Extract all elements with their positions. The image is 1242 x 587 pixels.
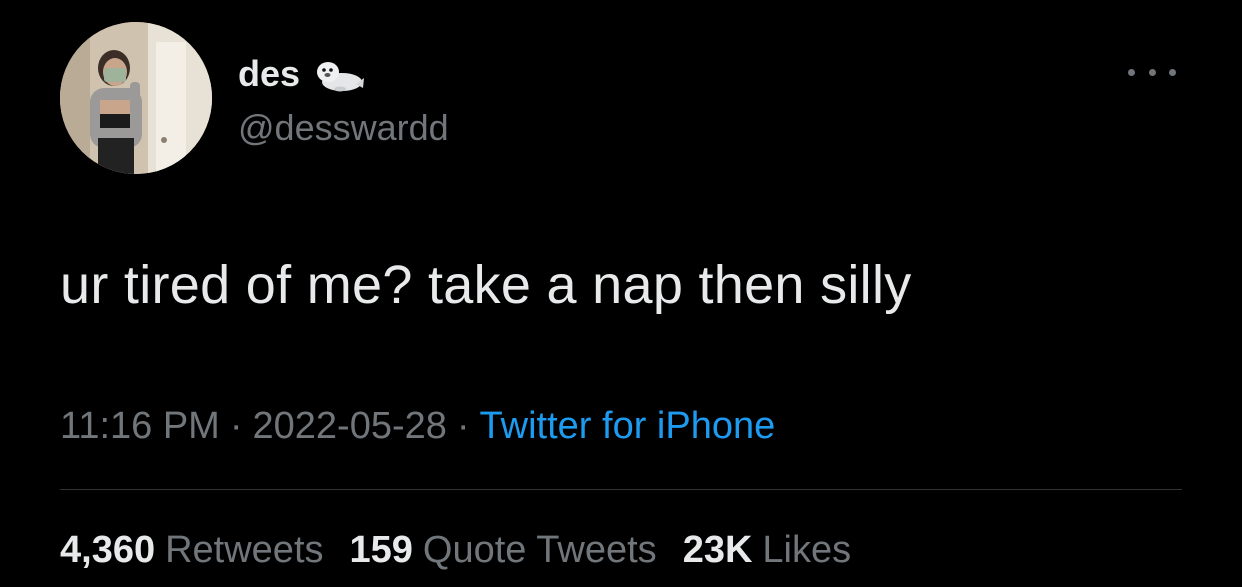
avatar-photo [60,22,212,174]
quote-tweets-stat[interactable]: 159 Quote Tweets [350,526,657,574]
retweets-count: 4,360 [60,529,156,571]
meta-separator: · [229,405,243,447]
divider [60,489,1182,490]
likes-label: Likes [762,529,852,571]
tweet-text: ur tired of me? take a nap then silly [60,255,912,315]
tweet-source-link[interactable]: Twitter for iPhone [480,405,776,447]
tweet-date[interactable]: 2022-05-28 [253,405,447,447]
retweets-stat[interactable]: 4,360 Retweets [60,526,324,574]
avatar[interactable] [60,22,212,174]
author-handle[interactable]: @desswardd [238,106,449,150]
likes-count: 23K [682,529,753,571]
more-horizontal-icon [1148,68,1156,76]
likes-stat[interactable]: 23K Likes [683,526,851,574]
more-horizontal-icon [1128,68,1135,76]
quote-tweets-count: 159 [349,529,413,571]
tweet-card: des @desswardd ur tired of me? take a na… [0,0,1242,587]
tweet-time[interactable]: 11:16 PM [60,405,220,447]
tweet-stats: 4,360 Retweets 159 Quote Tweets 23K Likes [60,526,877,574]
tweet-meta: 11:16 PM · 2022-05-28 · Twitter for iPhone [60,402,775,450]
display-name[interactable]: des [238,52,300,96]
more-horizontal-icon [1169,68,1176,76]
meta-separator: · [456,405,470,447]
author-name-row[interactable]: des [238,52,366,96]
retweets-label: Retweets [165,529,324,571]
seal-emoji-icon [312,54,366,94]
more-options-button[interactable] [1128,60,1176,84]
quote-tweets-label: Quote Tweets [422,529,657,571]
